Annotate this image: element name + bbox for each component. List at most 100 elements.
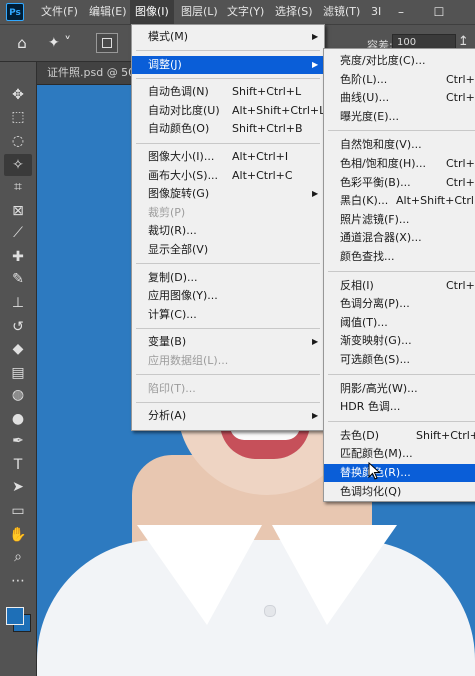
- magic-wand-icon[interactable]: ✧: [4, 154, 32, 176]
- menu-item[interactable]: 分析(A) ▶: [132, 407, 324, 425]
- menu-item-shortcut: Ctrl+I: [446, 175, 475, 189]
- menu-item[interactable]: 显示全部(V): [132, 241, 324, 259]
- menu-layer[interactable]: 图层(L): [176, 0, 223, 24]
- menu-item[interactable]: 画布大小(S)... Alt+Ctrl+C: [132, 167, 324, 185]
- menu-item-label: 通道混合器(X)...: [340, 231, 422, 245]
- menu-item-label: 自动颜色(O): [148, 122, 210, 136]
- menu-item-label: 可选颜色(S)...: [340, 353, 411, 366]
- marquee-icon[interactable]: ⬚: [4, 106, 32, 128]
- frame-icon[interactable]: ⊠: [4, 200, 32, 222]
- eyedropper-icon[interactable]: ⟋: [4, 222, 32, 244]
- tools-panel: ✥ ⬚ ◌ ✧ ⌗ ⊠ ⟋ ✚ ✎ ⊥ ↺ ◆ ▤ ◍ ● ✒ T ➤ ▭ ✋ ⌕ ⋯: [0, 62, 37, 676]
- menu-3d[interactable]: 3I: [366, 0, 386, 24]
- menu-item[interactable]: 色调分离(P)...: [324, 295, 475, 313]
- menu-image[interactable]: 图像(I): [130, 0, 174, 24]
- adjustments-submenu: 亮度/对比度(C)... 色阶(L)... Ctrl+ 曲线(U)... Ctrl+M 曝…: [323, 48, 475, 502]
- menu-item-label: 色阶(L)...: [340, 72, 388, 86]
- menu-item[interactable]: 自动颜色(O) Shift+Ctrl+B: [132, 120, 324, 138]
- menu-item-shortcut: Shift+Ctrl+B: [232, 122, 303, 136]
- menu-item[interactable]: 亮度/对比度(C)...: [324, 52, 475, 70]
- maximize-button[interactable]: ☐: [424, 0, 454, 24]
- menu-item[interactable]: 曲线(U)... Ctrl+M: [324, 89, 475, 107]
- menu-item[interactable]: 色调均化(Q): [324, 483, 475, 501]
- foreground-color-swatch[interactable]: [6, 607, 24, 625]
- menu-item[interactable]: 变量(B) ▶: [132, 333, 324, 351]
- lasso-icon[interactable]: ◌: [4, 130, 32, 152]
- menu-item[interactable]: 通道混合器(X)...: [324, 229, 475, 247]
- menu-item[interactable]: 阴影/高光(W)...: [324, 380, 475, 398]
- menu-item: 裁剪(P): [132, 204, 324, 222]
- home-icon[interactable]: ⌂: [12, 34, 32, 52]
- menu-item[interactable]: 图像大小(I)... Alt+Ctrl+I: [132, 148, 324, 166]
- photo-collar-left: [137, 525, 262, 625]
- mouse-cursor-icon: [368, 462, 381, 480]
- menu-item-label: 图像旋转(G): [148, 187, 210, 201]
- menu-item[interactable]: 应用图像(Y)...: [132, 287, 324, 305]
- rectangle-icon[interactable]: ▭: [4, 500, 32, 522]
- zoom-icon[interactable]: ⌕: [4, 546, 32, 568]
- menu-item[interactable]: 阈值(T)...: [324, 314, 475, 332]
- crop-icon[interactable]: ⌗: [4, 176, 32, 198]
- menu-item[interactable]: 计算(C)...: [132, 306, 324, 324]
- more-icon[interactable]: ⋯: [4, 570, 32, 592]
- menu-file[interactable]: 文件(F): [36, 0, 83, 24]
- minimize-button[interactable]: –: [386, 0, 416, 24]
- menu-item[interactable]: 反相(I) Ctrl+: [324, 277, 475, 295]
- menu-filter[interactable]: 滤镜(T): [318, 0, 365, 24]
- menu-item[interactable]: 渐变映射(G)...: [324, 332, 475, 350]
- anti-alias-icon[interactable]: ↥: [458, 34, 469, 49]
- menu-item[interactable]: 照片滤镜(F)...: [324, 211, 475, 229]
- menu-type[interactable]: 文字(Y): [222, 0, 269, 24]
- menu-item[interactable]: 色相/饱和度(H)... Ctrl+I: [324, 155, 475, 173]
- menu-item-label: 分析(A): [148, 409, 187, 423]
- history-brush-icon[interactable]: ↺: [4, 316, 32, 338]
- menu-item[interactable]: 图像旋转(G) ▶: [132, 185, 324, 203]
- tool-preset-magic-wand-icon[interactable]: ✦ ˅: [48, 32, 76, 54]
- menu-item[interactable]: 色阶(L)... Ctrl+: [324, 71, 475, 89]
- menu-item-shortcut: Shift+Ctrl+L: [232, 85, 302, 99]
- menu-item[interactable]: 自动色调(N) Shift+Ctrl+L: [132, 83, 324, 101]
- menu-item[interactable]: 模式(M) ▶: [132, 28, 324, 46]
- menu-select[interactable]: 选择(S): [270, 0, 318, 24]
- menu-item[interactable]: 去色(D) Shift+Ctrl+I: [324, 427, 475, 445]
- brush-icon[interactable]: ✎: [4, 268, 32, 290]
- menu-item[interactable]: 自动对比度(U) Alt+Shift+Ctrl+L: [132, 102, 325, 120]
- menu-separator: [136, 401, 320, 403]
- eraser-icon[interactable]: ◆: [4, 338, 32, 360]
- menu-item-shortcut: Alt+Shift+Ctrl+: [396, 194, 475, 208]
- path-select-icon[interactable]: ➤: [4, 476, 32, 498]
- menu-item-label: 复制(D)...: [148, 270, 198, 284]
- type-icon[interactable]: T: [4, 454, 32, 476]
- menu-item-label: 应用图像(Y)...: [148, 289, 218, 303]
- menu-item[interactable]: 颜色查找...: [324, 248, 475, 266]
- menu-item[interactable]: 黑白(K)... Alt+Shift+Ctrl+: [324, 192, 475, 210]
- gradient-icon[interactable]: ▤: [4, 362, 32, 384]
- menu-item[interactable]: 可选颜色(S)...: [324, 351, 475, 369]
- blur-icon[interactable]: ◍: [4, 384, 32, 406]
- menu-item[interactable]: 匹配颜色(M)...: [324, 445, 475, 463]
- menu-item-label: 裁切(R)...: [148, 224, 197, 238]
- pen-icon[interactable]: ✒: [4, 430, 32, 452]
- menu-item[interactable]: HDR 色调...: [324, 398, 475, 416]
- move-icon[interactable]: ✥: [4, 84, 32, 106]
- menu-item[interactable]: 替换颜色(R)...: [324, 464, 475, 482]
- menu-item-label: 色调均化(Q): [340, 484, 402, 498]
- menu-item[interactable]: 裁切(R)...: [132, 222, 324, 240]
- menu-item-label: 应用数据组(L)...: [148, 354, 229, 367]
- menu-item[interactable]: 色彩平衡(B)... Ctrl+I: [324, 174, 475, 192]
- dodge-icon[interactable]: ●: [4, 408, 32, 430]
- stamp-icon[interactable]: ⊥: [4, 292, 32, 314]
- menu-item-label: 阈值(T)...: [340, 315, 388, 329]
- menu-item[interactable]: 复制(D)...: [132, 269, 324, 287]
- document-tab[interactable]: 证件照.psd @ 50: [47, 62, 135, 84]
- menu-separator: [136, 327, 320, 329]
- menu-edit[interactable]: 编辑(E): [84, 0, 132, 24]
- menu-item[interactable]: 曝光度(E)...: [324, 108, 475, 126]
- menu-item-label: HDR 色调...: [340, 400, 401, 414]
- hand-icon[interactable]: ✋: [4, 524, 32, 546]
- menu-item[interactable]: 自然饱和度(V)...: [324, 136, 475, 154]
- new-selection-icon[interactable]: [96, 33, 118, 53]
- menu-item-shortcut: Alt+Ctrl+C: [232, 168, 293, 182]
- healing-icon[interactable]: ✚: [4, 246, 32, 268]
- menu-item[interactable]: 调整(J) ▶: [132, 55, 324, 74]
